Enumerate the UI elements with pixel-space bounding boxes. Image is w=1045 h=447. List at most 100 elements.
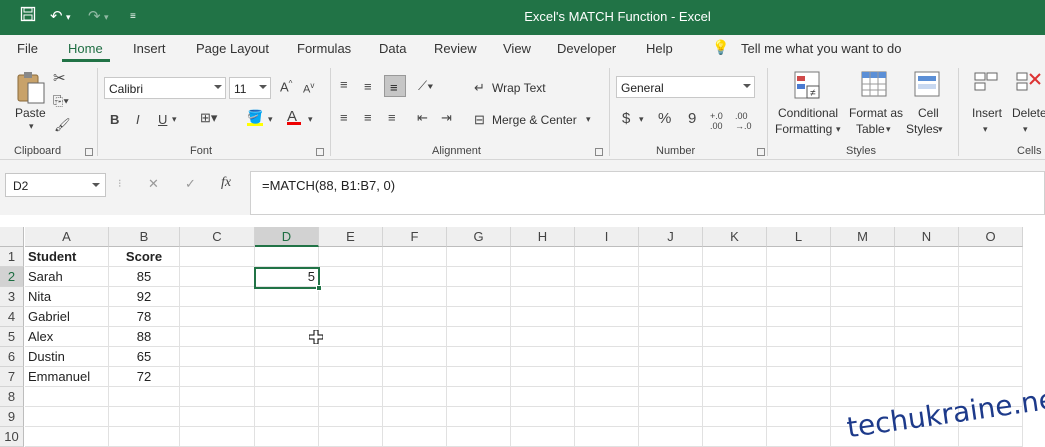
tab-formulas[interactable]: Formulas bbox=[297, 41, 351, 56]
paste-icon[interactable] bbox=[14, 69, 46, 105]
tab-file[interactable]: File bbox=[17, 41, 38, 56]
conditional-formatting-button[interactable]: Conditional bbox=[778, 106, 838, 120]
select-all-corner[interactable] bbox=[0, 227, 24, 247]
column-header-g[interactable]: G bbox=[447, 227, 511, 247]
cell-f4[interactable] bbox=[383, 307, 447, 327]
cell-b8[interactable] bbox=[109, 387, 180, 407]
fill-color-icon[interactable]: 🪣 bbox=[247, 109, 263, 126]
enter-icon[interactable]: ✓ bbox=[185, 176, 196, 192]
align-right-icon[interactable]: ≡ bbox=[388, 110, 396, 125]
cell-g5[interactable] bbox=[447, 327, 511, 347]
cell-i3[interactable] bbox=[575, 287, 639, 307]
cell-a6[interactable]: Dustin bbox=[25, 347, 109, 367]
cell-e2[interactable] bbox=[319, 267, 383, 287]
cell-c8[interactable] bbox=[180, 387, 255, 407]
row-header-2[interactable]: 2 bbox=[0, 267, 24, 287]
cell-b4[interactable]: 78 bbox=[109, 307, 180, 327]
cell-h6[interactable] bbox=[511, 347, 575, 367]
cell-i5[interactable] bbox=[575, 327, 639, 347]
cell-l8[interactable] bbox=[767, 387, 831, 407]
cell-h9[interactable] bbox=[511, 407, 575, 427]
column-header-i[interactable]: I bbox=[575, 227, 639, 247]
copy-icon[interactable]: ⎘▾ bbox=[53, 93, 69, 109]
cell-l6[interactable] bbox=[767, 347, 831, 367]
cell-f3[interactable] bbox=[383, 287, 447, 307]
column-header-j[interactable]: J bbox=[639, 227, 703, 247]
cell-m7[interactable] bbox=[831, 367, 895, 387]
cell-b5[interactable]: 88 bbox=[109, 327, 180, 347]
cell-o4[interactable] bbox=[959, 307, 1023, 327]
cell-a5[interactable]: Alex bbox=[25, 327, 109, 347]
cell-f8[interactable] bbox=[383, 387, 447, 407]
cell-e5[interactable] bbox=[319, 327, 383, 347]
decrease-indent-icon[interactable]: ⇤ bbox=[417, 110, 428, 126]
cell-d3[interactable] bbox=[255, 287, 319, 307]
row-header-5[interactable]: 5 bbox=[0, 327, 24, 347]
tab-developer[interactable]: Developer bbox=[557, 41, 616, 56]
cell-f2[interactable] bbox=[383, 267, 447, 287]
cell-b2[interactable]: 85 bbox=[109, 267, 180, 287]
increase-indent-icon[interactable]: ⇥ bbox=[441, 110, 452, 126]
cell-h10[interactable] bbox=[511, 427, 575, 447]
font-color-dropdown-icon[interactable]: ▾ bbox=[308, 114, 313, 125]
cell-h8[interactable] bbox=[511, 387, 575, 407]
row-header-4[interactable]: 4 bbox=[0, 307, 24, 327]
currency-button[interactable]: $ bbox=[622, 110, 630, 127]
currency-dropdown-icon[interactable]: ▾ bbox=[639, 114, 644, 125]
cell-a4[interactable]: Gabriel bbox=[25, 307, 109, 327]
clipboard-launcher-icon[interactable] bbox=[85, 148, 93, 156]
conditional-formatting-dropdown-icon[interactable]: ▾ bbox=[836, 124, 841, 135]
cell-m5[interactable] bbox=[831, 327, 895, 347]
cell-d7[interactable] bbox=[255, 367, 319, 387]
underline-button[interactable]: U bbox=[158, 112, 167, 127]
cell-j6[interactable] bbox=[639, 347, 703, 367]
column-header-n[interactable]: N bbox=[895, 227, 959, 247]
cell-f1[interactable] bbox=[383, 247, 447, 267]
column-header-l[interactable]: L bbox=[767, 227, 831, 247]
top-align-icon[interactable]: ≡ bbox=[340, 77, 348, 92]
cell-a3[interactable]: Nita bbox=[25, 287, 109, 307]
cell-f5[interactable] bbox=[383, 327, 447, 347]
middle-align-icon[interactable]: ≡ bbox=[364, 79, 372, 94]
cell-h5[interactable] bbox=[511, 327, 575, 347]
cell-i2[interactable] bbox=[575, 267, 639, 287]
number-launcher-icon[interactable] bbox=[757, 148, 765, 156]
font-size-select[interactable]: 11 bbox=[229, 77, 271, 99]
format-as-table-dropdown-icon[interactable]: ▾ bbox=[886, 124, 891, 135]
cell-j5[interactable] bbox=[639, 327, 703, 347]
row-header-6[interactable]: 6 bbox=[0, 347, 24, 367]
cell-n7[interactable] bbox=[895, 367, 959, 387]
cell-i4[interactable] bbox=[575, 307, 639, 327]
cell-d10[interactable] bbox=[255, 427, 319, 447]
cell-n4[interactable] bbox=[895, 307, 959, 327]
cell-a1[interactable]: Student bbox=[25, 247, 109, 267]
cell-i7[interactable] bbox=[575, 367, 639, 387]
cell-g8[interactable] bbox=[447, 387, 511, 407]
borders-icon[interactable]: ⊞▾ bbox=[200, 110, 217, 126]
cell-g4[interactable] bbox=[447, 307, 511, 327]
insert-button[interactable]: Insert bbox=[972, 106, 1002, 120]
merge-dropdown-icon[interactable]: ▾ bbox=[586, 114, 591, 125]
cell-g2[interactable] bbox=[447, 267, 511, 287]
cell-g6[interactable] bbox=[447, 347, 511, 367]
formula-input[interactable]: =MATCH(88, B1:B7, 0) bbox=[250, 171, 1045, 215]
cell-e3[interactable] bbox=[319, 287, 383, 307]
cell-j7[interactable] bbox=[639, 367, 703, 387]
cell-b9[interactable] bbox=[109, 407, 180, 427]
decrease-decimal-icon[interactable]: .00 →.0 bbox=[735, 111, 752, 131]
cell-o10[interactable] bbox=[959, 427, 1023, 447]
cell-h2[interactable] bbox=[511, 267, 575, 287]
wrap-text-button[interactable]: Wrap Text bbox=[492, 81, 546, 95]
tab-home[interactable]: Home bbox=[68, 41, 103, 56]
font-name-select[interactable]: Calibri bbox=[104, 77, 226, 99]
cell-m1[interactable] bbox=[831, 247, 895, 267]
tab-insert[interactable]: Insert bbox=[133, 41, 166, 56]
conditional-formatting-line2[interactable]: Formatting bbox=[775, 122, 832, 136]
cell-b7[interactable]: 72 bbox=[109, 367, 180, 387]
column-header-m[interactable]: M bbox=[831, 227, 895, 247]
cell-d9[interactable] bbox=[255, 407, 319, 427]
format-as-table-line2[interactable]: Table bbox=[856, 122, 885, 136]
cell-c1[interactable] bbox=[180, 247, 255, 267]
cell-j1[interactable] bbox=[639, 247, 703, 267]
cell-styles-button[interactable]: Cell bbox=[918, 106, 939, 120]
